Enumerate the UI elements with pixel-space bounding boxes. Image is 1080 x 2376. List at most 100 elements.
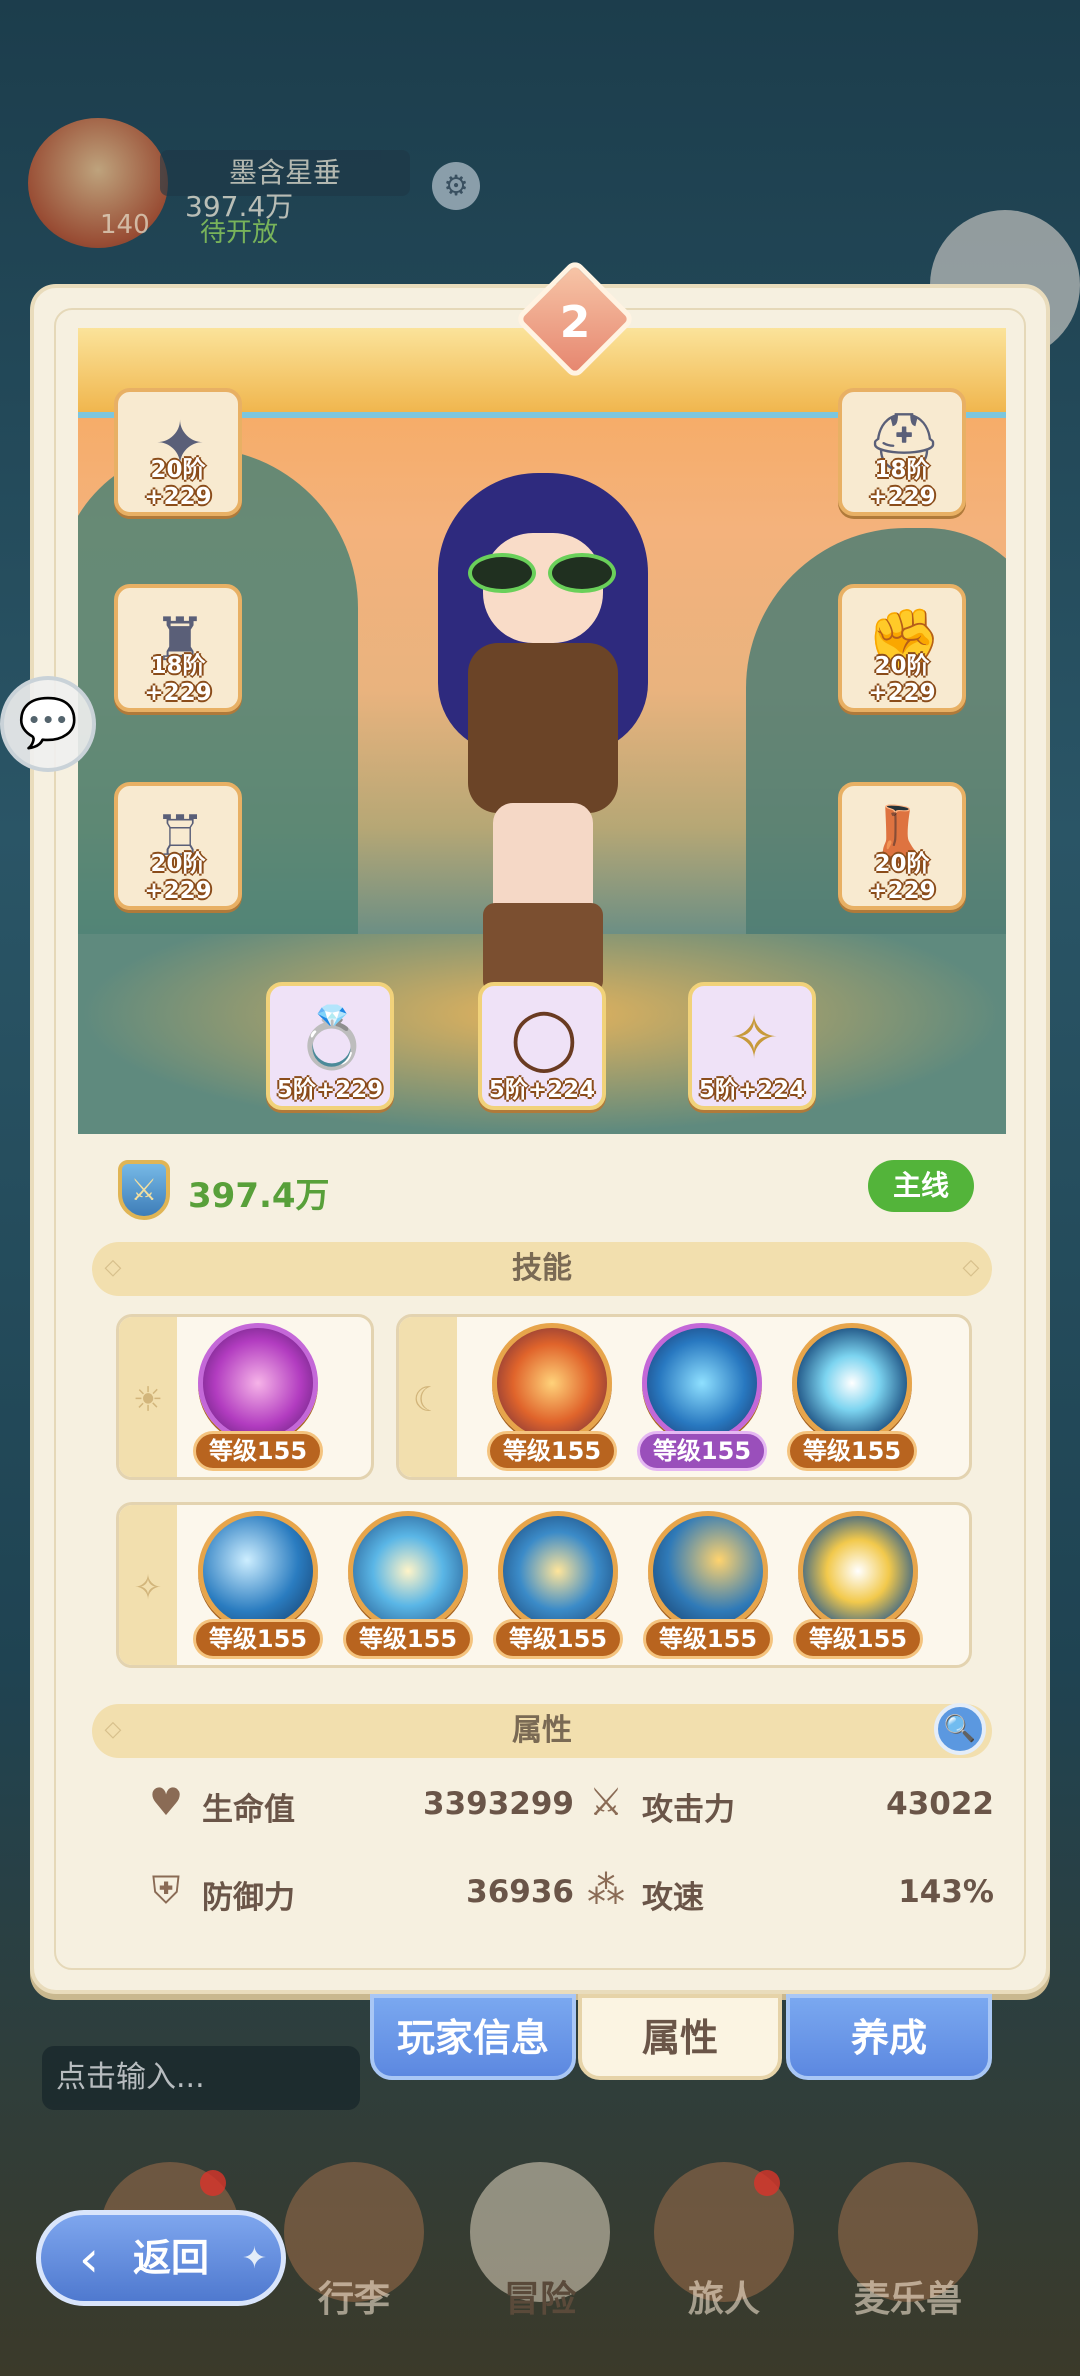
- nav-label: 冒险: [503, 2279, 576, 2320]
- moon-icon: ☾: [399, 1317, 457, 1477]
- gear-icon[interactable]: ⚙: [432, 162, 480, 210]
- equip-slot-weapon[interactable]: ✦ 20阶+229: [114, 388, 242, 516]
- skill-slot[interactable]: 等级155: [193, 1323, 323, 1473]
- nav-pet[interactable]: 麦乐兽: [838, 2162, 978, 2362]
- skill-icon: [198, 1511, 318, 1631]
- skill-level: 等级155: [493, 1619, 623, 1659]
- skill-icon: [798, 1511, 918, 1631]
- skill-icon: [498, 1511, 618, 1631]
- attr-name: 攻速: [642, 1880, 704, 1916]
- skill-level: 等级155: [793, 1619, 923, 1659]
- back-button[interactable]: ‹ 返回 ✦: [36, 2210, 286, 2306]
- equip-slot-armor[interactable]: ♜ 18阶+229: [114, 584, 242, 712]
- combat-power-value: 397.4万: [188, 1176, 330, 1216]
- skills-title: 技能: [512, 1251, 572, 1286]
- necklace-icon: ◯: [510, 1003, 578, 1073]
- attr-value: 43022: [886, 1786, 994, 1822]
- chevron-left-icon: ‹: [79, 2230, 99, 2288]
- tab-player-info[interactable]: 玩家信息: [370, 1994, 576, 2080]
- shield-icon: ⛨: [151, 1868, 181, 1912]
- scene-mountain-left: [78, 448, 358, 1008]
- skill-icon: [792, 1323, 912, 1443]
- equip-level: 20阶+229: [144, 457, 212, 510]
- skill-icon: [642, 1323, 762, 1443]
- skill-slot[interactable]: 等级155: [637, 1323, 767, 1473]
- rank-number: 2: [559, 297, 591, 348]
- equip-level: 20阶+229: [868, 653, 936, 706]
- chat-input[interactable]: 点击输入...: [42, 2046, 360, 2110]
- nav-traveler[interactable]: 旅人: [654, 2162, 794, 2362]
- skill-level: 等级155: [487, 1431, 617, 1471]
- attributes-header: ◇ 属性: [92, 1704, 992, 1758]
- skill-level: 等级155: [643, 1619, 773, 1659]
- attr-hp: ♥ 生命值 3393299: [144, 1774, 574, 1830]
- equip-slot-ring[interactable]: 💍 5阶+229: [266, 982, 394, 1110]
- character-body: [468, 643, 618, 813]
- sparkle-icon: ✦: [241, 2241, 267, 2276]
- main-line-badge[interactable]: 主线: [868, 1160, 974, 1212]
- equip-slot-helmet[interactable]: ⛑ 18阶+229: [838, 388, 966, 516]
- skill-level: 等级155: [193, 1431, 323, 1471]
- attr-speed: ⁂ 攻速 143%: [584, 1862, 994, 1918]
- equip-level: 5阶+224: [488, 1077, 596, 1103]
- diamond-icon: ◇: [104, 1717, 122, 1742]
- speed-icon: ⁂: [587, 1868, 625, 1912]
- nav-label: 麦乐兽: [853, 2279, 962, 2320]
- diamond-icon: ◇: [962, 1255, 980, 1280]
- equip-slot-gloves[interactable]: ✊ 20阶+229: [838, 584, 966, 712]
- skill-level: 等级155: [343, 1619, 473, 1659]
- character-glasses: [468, 553, 618, 593]
- skill-slot[interactable]: 等级155: [343, 1511, 473, 1661]
- skill-group-sun: ☀ 等级155: [116, 1314, 374, 1480]
- skill-icon: [648, 1511, 768, 1631]
- skill-level: 等级155: [787, 1431, 917, 1471]
- nav-label: 行李: [317, 2279, 390, 2320]
- nav-luggage[interactable]: 行李: [284, 2162, 424, 2362]
- background-hud: 140 墨含星垂 397.4万 待开放 ⚙: [0, 0, 1080, 360]
- nav-label: 旅人: [687, 2279, 760, 2320]
- equip-slot-pants[interactable]: ♖ 20阶+229: [114, 782, 242, 910]
- notification-dot: [200, 2170, 226, 2196]
- nav-adventure[interactable]: 冒险: [470, 2162, 610, 2362]
- equip-level: 5阶+229: [276, 1077, 384, 1103]
- search-icon[interactable]: 🔍: [934, 1703, 986, 1755]
- equip-slot-boots[interactable]: 👢 20阶+229: [838, 782, 966, 910]
- chat-bubble-icon[interactable]: 💬: [0, 676, 96, 772]
- skill-slot[interactable]: 等级155: [193, 1511, 323, 1661]
- equip-level: 18阶+229: [868, 457, 936, 510]
- equip-level: 5阶+224: [698, 1077, 806, 1103]
- ring-icon: 💍: [294, 1003, 370, 1073]
- attr-value: 3393299: [423, 1786, 574, 1822]
- skill-slot[interactable]: 等级155: [787, 1323, 917, 1473]
- equip-level: 20阶+229: [868, 851, 936, 904]
- skill-level: 等级155: [193, 1619, 323, 1659]
- combat-power-icon: ⚔: [118, 1160, 170, 1220]
- attr-name: 攻击力: [642, 1792, 735, 1828]
- amulet-icon: ✧: [728, 1003, 780, 1073]
- character-scene: ✦ 20阶+229 ⛑ 18阶+229 ♜ 18阶+229 ✊ 20阶+229 …: [78, 328, 1006, 1134]
- attributes-title: 属性: [512, 1713, 572, 1748]
- attr-attack: ⚔ 攻击力 43022: [584, 1774, 994, 1830]
- skill-level: 等级155: [637, 1431, 767, 1471]
- notification-dot: [754, 2170, 780, 2196]
- sun-icon: ☀: [119, 1317, 177, 1477]
- attr-defense: ⛨ 防御力 36936: [144, 1862, 574, 1918]
- skill-slot[interactable]: 等级155: [493, 1511, 623, 1661]
- attr-name: 生命值: [202, 1792, 295, 1828]
- skill-icon: [348, 1511, 468, 1631]
- skill-slot[interactable]: 等级155: [643, 1511, 773, 1661]
- equip-slot-necklace[interactable]: ◯ 5阶+224: [478, 982, 606, 1110]
- character-model[interactable]: [438, 473, 648, 993]
- tab-develop[interactable]: 养成: [786, 1994, 992, 2080]
- equip-level: 18阶+229: [144, 653, 212, 706]
- player-level: 140: [100, 210, 150, 240]
- character-panel: 2 ✦ 20阶+229 ⛑ 18阶+229 ♜ 18阶+229 ✊ 20阶+22…: [30, 258, 1050, 1994]
- attr-value: 36936: [466, 1874, 574, 1910]
- tab-attributes[interactable]: 属性: [578, 1994, 782, 2080]
- character-boots: [483, 903, 603, 993]
- skill-slot[interactable]: 等级155: [793, 1511, 923, 1661]
- attr-name: 防御力: [202, 1880, 295, 1916]
- attr-value: 143%: [898, 1874, 994, 1910]
- equip-slot-amulet[interactable]: ✧ 5阶+224: [688, 982, 816, 1110]
- skill-slot[interactable]: 等级155: [487, 1323, 617, 1473]
